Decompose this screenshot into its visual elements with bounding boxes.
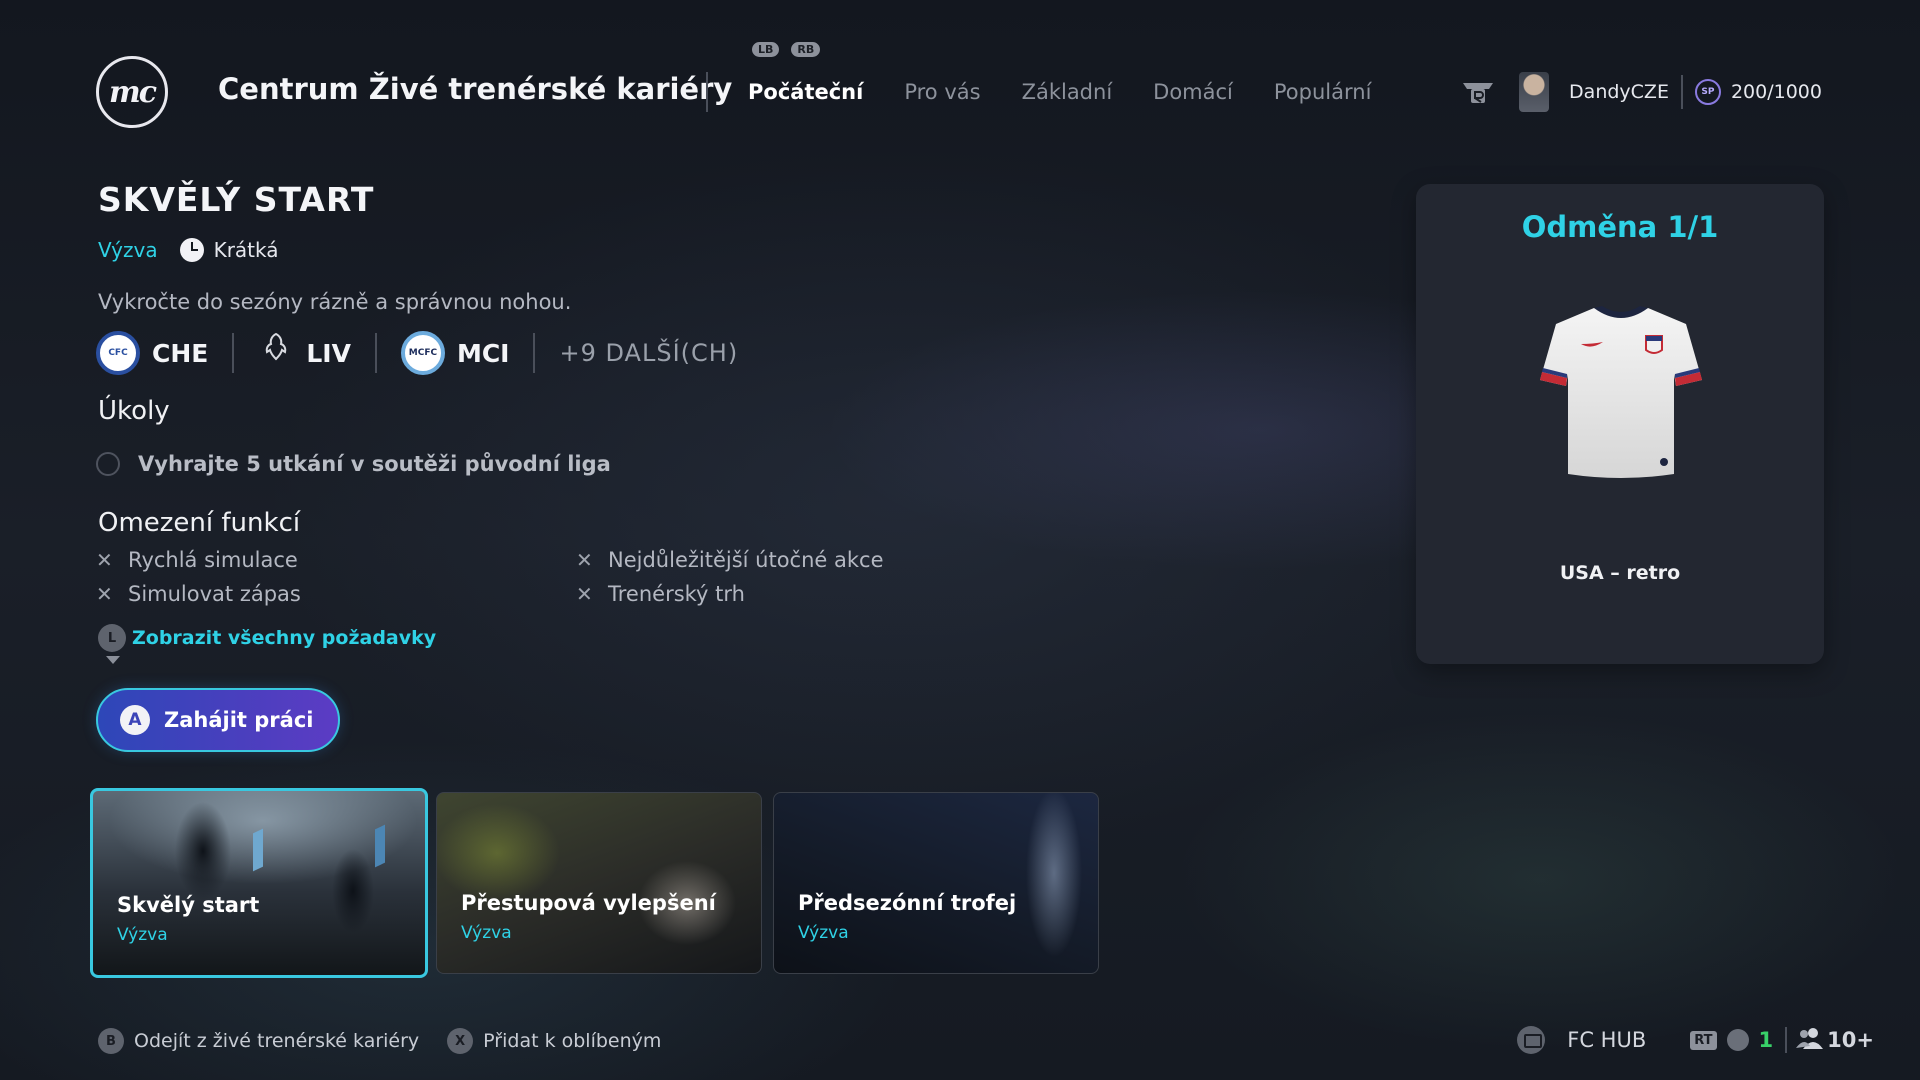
objective-title: SKVĚLÝ START [98, 180, 375, 219]
x-button-icon: X [447, 1028, 474, 1054]
reward-title: Odměna 1/1 [1521, 210, 1719, 244]
manager-hero-icon [1459, 77, 1497, 107]
tab-popularni[interactable]: Populární [1274, 80, 1372, 104]
chevron-down-icon [106, 656, 120, 664]
cross-icon: ✕ [576, 548, 593, 572]
cross-icon: ✕ [576, 582, 593, 606]
objective-meta: Výzva Krátká [98, 238, 279, 262]
tab-pro-vas[interactable]: Pro vás [904, 80, 980, 104]
start-button-label: Zahájit práci [164, 708, 314, 732]
team-divider [533, 333, 536, 373]
reward-item-name: USA – retro [1559, 562, 1681, 584]
objective-length: Krátká [213, 238, 279, 262]
team-liv: LIV [258, 331, 351, 375]
task-checkbox-icon [96, 452, 120, 476]
lb-button-icon[interactable]: LB [752, 42, 780, 57]
footer-actions: B Odejít z živé trenérské kariéry X Přid… [98, 1028, 661, 1054]
objective-card-prestupova-vylepseni[interactable]: Přestupová vylepšení Výzva [436, 792, 762, 974]
card-title: Předsezónní trofej [798, 891, 1017, 915]
card-title: Přestupová vylepšení [461, 891, 716, 915]
team-code: LIV [306, 338, 351, 368]
flag-decoration [253, 828, 263, 872]
start-objective-button[interactable]: A Zahájit práci [96, 688, 340, 752]
page-title: Centrum Živé trenérské kariéry [218, 72, 733, 106]
restriction-item: ✕ Nejdůležitější útočné akce [576, 548, 884, 572]
username: DandyCZE [1569, 81, 1669, 103]
objective-description: Vykročte do sezóny rázně a správnou noho… [98, 290, 572, 314]
friends-online-icon[interactable] [1795, 1027, 1825, 1054]
card-subtitle: Výzva [461, 923, 512, 943]
status-divider [1785, 1027, 1788, 1053]
card-subtitle: Výzva [117, 925, 168, 945]
cross-icon: ✕ [96, 548, 113, 572]
avatar[interactable] [1519, 72, 1550, 112]
sp-progress: 200/1000 [1730, 81, 1822, 103]
restriction-label: Simulovat zápas [128, 582, 301, 606]
tab-zakladni[interactable]: Základní [1022, 80, 1113, 104]
eligible-teams: CFC CHE LIV MCFC MCI +9 DALŠÍ(CH) [96, 330, 738, 376]
profile-divider [1680, 75, 1683, 109]
man-city-crest-icon: MCFC [400, 331, 445, 375]
exit-career-action[interactable]: Odejít z živé trenérské kariéry [134, 1030, 419, 1052]
restriction-label: Trenérský trh [608, 582, 745, 606]
sp-icon: SP [1694, 79, 1721, 105]
add-favorite-action[interactable]: Přidat k oblíbeným [483, 1030, 661, 1052]
mc-logo: mc [96, 56, 168, 128]
objective-card-skvely-start[interactable]: Skvělý start Výzva [90, 788, 428, 978]
fc-hub-label[interactable]: FC HUB [1567, 1028, 1646, 1052]
rb-button-icon[interactable]: RB [791, 42, 821, 57]
task-text: Vyhrajte 5 utkání v soutěži původní liga [138, 452, 611, 476]
clock-icon [179, 238, 204, 262]
team-divider [232, 333, 235, 373]
online-count: 10+ [1827, 1028, 1874, 1052]
more-teams: +9 DALŠÍ(CH) [559, 339, 739, 367]
restrictions-heading: Omezení funkcí [98, 508, 301, 538]
task-item: Vyhrajte 5 utkání v soutěži původní liga [96, 452, 611, 476]
jersey-image [1540, 306, 1702, 478]
team-code: MCI [456, 338, 510, 368]
reward-panel: Odměna 1/1 USA – retro [1416, 184, 1824, 664]
tab-domaci[interactable]: Domácí [1153, 80, 1233, 104]
show-all-label: Zobrazit všechny požadavky [132, 627, 437, 649]
show-all-requirements-link[interactable]: L Zobrazit všechny požadavky [98, 624, 436, 652]
notification-count: 1 [1758, 1028, 1774, 1052]
nav-tabs: Počáteční Pro vás Základní Domácí Populá… [748, 80, 1371, 104]
restriction-item: ✕ Rychlá simulace [96, 548, 298, 572]
tasks-heading: Úkoly [98, 396, 170, 426]
card-title: Skvělý start [117, 893, 260, 917]
tab-pocatecni[interactable]: Počáteční [748, 80, 863, 104]
objective-card-predsezonni-trofej[interactable]: Předsezónní trofej Výzva [773, 792, 1099, 974]
footer-status: FC HUB RT 1 10+ [1517, 1024, 1874, 1056]
flag-decoration [375, 824, 385, 868]
rt-button-icon: RT [1690, 1030, 1717, 1050]
liverpool-crest-icon [258, 331, 294, 375]
header-divider [706, 72, 708, 112]
team-mci: MCFC MCI [400, 331, 510, 375]
bumper-hints: LB RB [752, 42, 821, 57]
team-che: CFC CHE [96, 331, 208, 375]
team-divider [374, 333, 377, 373]
cross-icon: ✕ [96, 582, 113, 606]
restriction-label: Rychlá simulace [128, 548, 298, 572]
team-code: CHE [152, 338, 209, 368]
fc-hub-icon[interactable] [1517, 1026, 1546, 1054]
b-button-icon: B [98, 1028, 124, 1054]
a-button-icon: A [120, 705, 150, 735]
chelsea-crest-icon: CFC [96, 331, 140, 375]
restriction-label: Nejdůležitější útočné akce [608, 548, 884, 572]
card-subtitle: Výzva [798, 923, 849, 943]
speaker-icon[interactable] [1726, 1029, 1749, 1051]
restriction-item: ✕ Trenérský trh [576, 582, 745, 606]
l-stick-button-icon: L [98, 624, 126, 652]
objective-type: Výzva [98, 238, 158, 262]
profile-bar: DandyCZE SP 200/1000 [1459, 72, 1822, 112]
restriction-item: ✕ Simulovat zápas [96, 582, 301, 606]
